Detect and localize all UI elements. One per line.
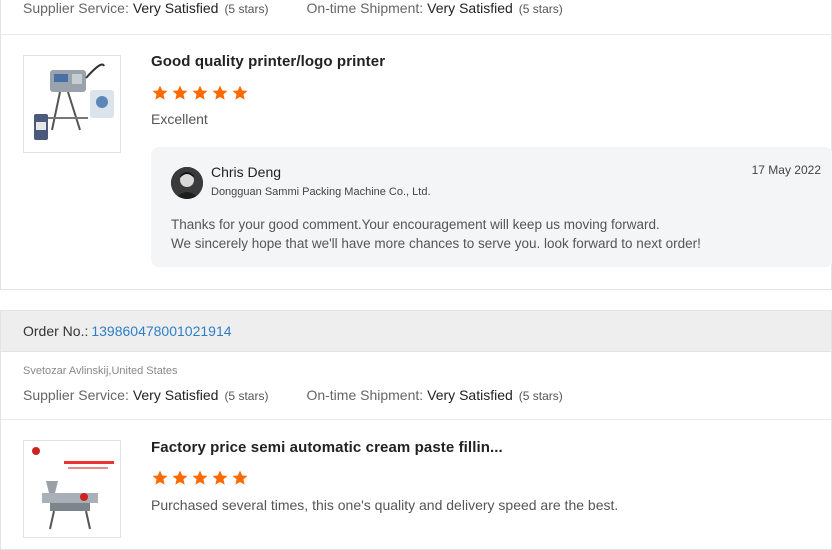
review-card-1: Supplier Service: Very Satisfied (5 stars)… (0, 0, 832, 290)
shipment-stars: (5 stars) (518, 389, 563, 403)
star-icon (172, 470, 188, 485)
star-icon (232, 470, 248, 485)
buyer-name-country: Svetozar Avlinskij,United States (23, 365, 178, 377)
product-thumbnail[interactable] (23, 55, 121, 153)
star-rating (151, 84, 249, 102)
rating-summary: Supplier Service: Very Satisfied (5 stars)… (23, 0, 563, 16)
replier-name: Chris Deng (211, 164, 282, 180)
star-rating (151, 469, 249, 487)
star-icon (192, 470, 208, 485)
star-icon (212, 85, 228, 100)
star-icon (232, 85, 248, 100)
supplier-service-label: Supplier Service: (23, 387, 129, 403)
shipment-stars: (5 stars) (518, 2, 563, 16)
star-icon (152, 85, 168, 100)
order-header: Order No.: 139860478001021914 (1, 311, 831, 352)
order-number-row: Order No.: 139860478001021914 (23, 323, 232, 339)
order-label: Order No.: (23, 323, 89, 339)
star-icon (212, 470, 228, 485)
filling-machine-product-image (24, 441, 120, 537)
shipment-value: Very Satisfied (427, 387, 513, 403)
reply-text: Thanks for your good comment.Your encour… (171, 215, 701, 253)
star-icon (172, 85, 188, 100)
reply-line-2: We sincerely hope that we'll have more c… (171, 236, 701, 251)
supplier-service-stars: (5 stars) (224, 2, 269, 16)
supplier-service-stars: (5 stars) (224, 389, 269, 403)
star-icon (152, 470, 168, 485)
review-comment: Excellent (151, 111, 208, 127)
printer-product-image (24, 56, 120, 152)
shipment-label: On-time Shipment: (306, 387, 424, 403)
product-thumbnail[interactable] (23, 440, 121, 538)
replier-company: Dongguan Sammi Packing Machine Co., Ltd. (211, 186, 431, 198)
supplier-service-value: Very Satisfied (132, 0, 219, 16)
reply-date: 17 May 2022 (751, 163, 821, 177)
supplier-service-label: Supplier Service: (23, 0, 129, 16)
supplier-reply: Chris Deng Dongguan Sammi Packing Machin… (151, 147, 832, 267)
rating-summary: Supplier Service: Very Satisfied (5 stars)… (23, 387, 563, 403)
review-comment: Purchased several times, this one's qual… (151, 497, 619, 513)
shipment-value: Very Satisfied (427, 0, 513, 16)
product-title[interactable]: Factory price semi automatic cream paste… (151, 439, 503, 456)
avatar-image (171, 167, 203, 199)
product-title[interactable]: Good quality printer/logo printer (151, 53, 385, 70)
divider (1, 419, 831, 420)
avatar (171, 167, 203, 199)
divider (1, 34, 831, 35)
shipment-label: On-time Shipment: (306, 0, 424, 16)
order-number-link[interactable]: 139860478001021914 (91, 323, 231, 339)
reply-line-1: Thanks for your good comment.Your encour… (171, 217, 660, 232)
supplier-service-value: Very Satisfied (132, 387, 219, 403)
review-card-2: Order No.: 139860478001021914 Svetozar Av… (0, 310, 832, 550)
star-icon (192, 85, 208, 100)
